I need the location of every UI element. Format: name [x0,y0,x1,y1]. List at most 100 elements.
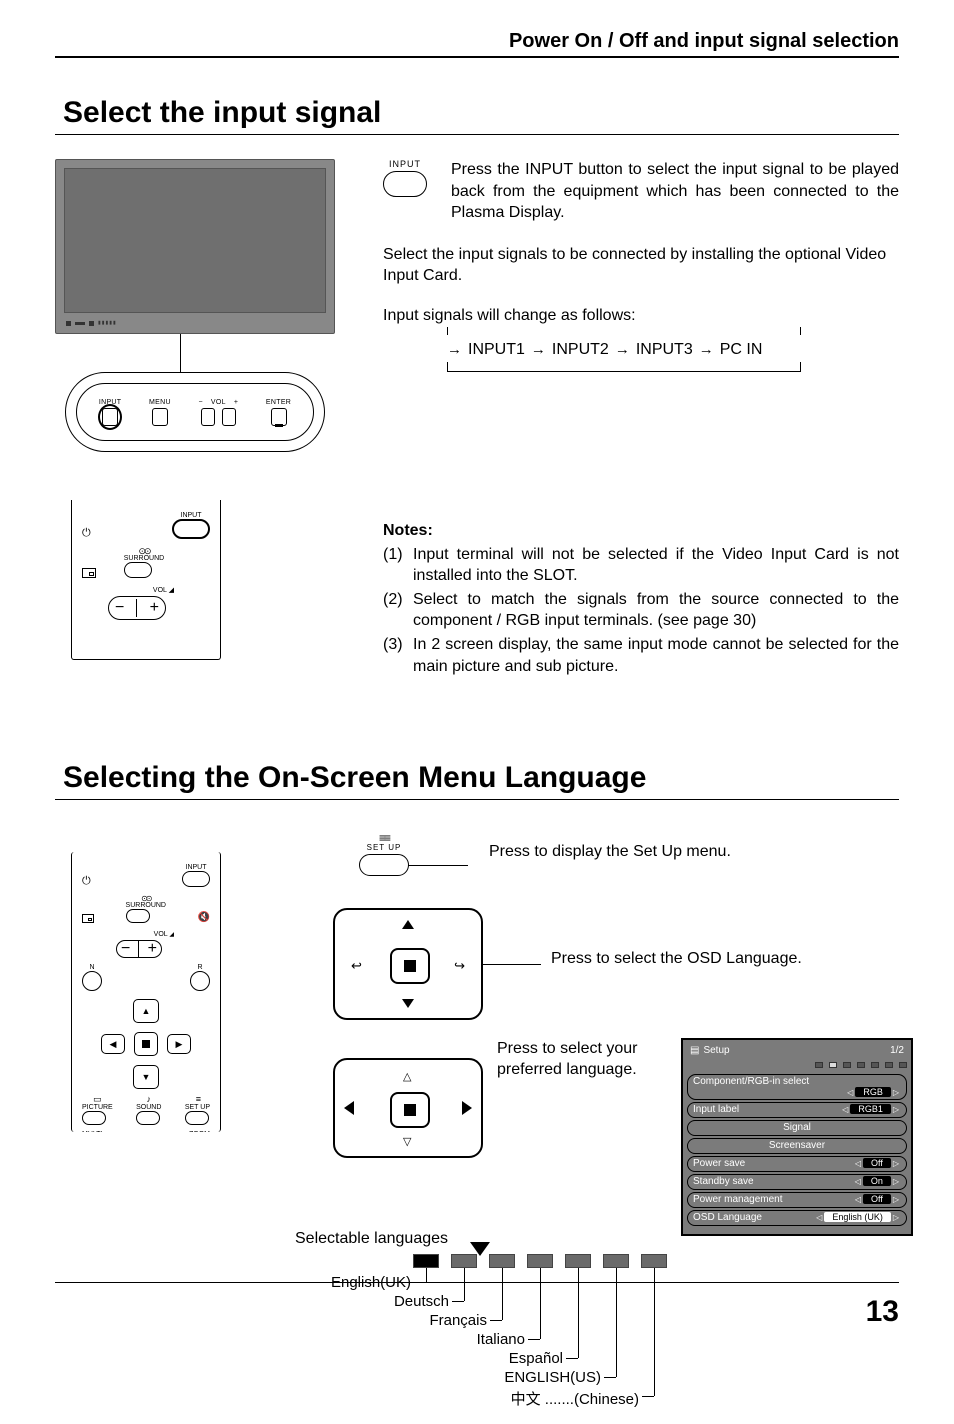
panel-enter-button [271,408,287,426]
remote2-nav-pad: ▲▼◀▶ [101,999,191,1089]
lang-box-3 [489,1254,515,1268]
remote2-input-button [182,871,210,887]
osd-row6-value: On [863,1176,891,1186]
setup-icon-label: SET UP [359,843,409,852]
language-tree: English(UK) Deutsch Français Italiano Es… [295,1254,913,1424]
panel-vol-plus: + [234,399,238,406]
osd-row-standbysave: Standby save◁On▷ [687,1174,907,1190]
body-paragraph-2: Select the input signals to be connected… [383,244,899,287]
body-paragraph-1: Press the INPUT button to select the inp… [451,159,899,224]
panel-vol-down-button [201,408,215,426]
osd-row5-value: Off [863,1158,891,1168]
power-icon: ⏻ [82,528,91,539]
remote-vol-minus: − [115,599,124,617]
remote2-volume-rocker: −+ [116,940,162,958]
remote2-picture-label: PICTURE [82,1104,113,1111]
seq-pcin: PC IN [720,341,763,359]
panel-controls-diagram: INPUT MENU − VOL + ENTER [65,372,325,452]
remote2-sound-label: SOUND [136,1104,161,1111]
panel-menu-button [152,408,168,426]
lang-box-1 [413,1254,439,1268]
note-num-1: (1) [383,544,413,587]
seq-input2: INPUT2 [552,341,609,359]
note-text-1: Input terminal will not be selected if t… [413,544,899,587]
osd-row7-label: Power management [693,1194,783,1205]
page-number: 13 [866,1295,899,1329]
body-paragraph-3: Input signals will change as follows: [383,305,899,327]
lang-italiano: Italiano [399,1331,525,1348]
seq-input3: INPUT3 [636,341,693,359]
note-num-2: (2) [383,589,413,632]
lang-box-2 [451,1254,477,1268]
lang-francais: Français [361,1312,487,1329]
selectable-languages-heading: Selectable languages [295,1230,913,1248]
lang-english-us: ENGLISH(US) [475,1369,601,1386]
section-title-2: Selecting the On-Screen Menu Language [55,759,899,800]
osd-setup-panel: ▤ Setup 1/2 Component/RGB-in select ◁RGB… [681,1038,913,1236]
notes-heading: Notes: [383,522,899,540]
remote-surround-label: SURROUND [124,555,164,562]
osd-row-inputlabel: Input label◁RGB1▷ [687,1102,907,1118]
osd-row7-value: Off [863,1194,891,1204]
nav-updown-diagram: ↩ ↪ [333,908,483,1020]
lang-deutsch: Deutsch [323,1293,449,1310]
osd-row1-label: Component/RGB-in select [693,1076,901,1087]
osd-row-screensaver: Screensaver [687,1138,907,1154]
osd-row5-label: Power save [693,1158,745,1169]
osd-row3-label: Signal [783,1122,811,1133]
sound-icon: ♪ [136,1095,161,1104]
lang-box-7 [641,1254,667,1268]
panel-input-button [102,408,118,426]
osd-row2-value: RGB1 [850,1104,891,1114]
remote-volume-rocker: −+ [108,596,166,620]
seq-input1: INPUT1 [468,341,525,359]
remote2-setup-button [185,1111,209,1125]
osd-row-component: Component/RGB-in select ◁RGB▷ [687,1074,907,1100]
remote-vol-label: VOL [153,587,167,594]
step1-text: Press to display the Set Up menu. [489,841,731,863]
osd-row8-value: English (UK) [824,1212,891,1222]
osd-row-powermgmt: Power management◁Off▷ [687,1192,907,1208]
panel-enter-label: ENTER [266,399,291,406]
input-button-icon: INPUT [383,159,427,197]
osd-row1-value: RGB [855,1087,891,1097]
osd-title: Setup [703,1045,729,1056]
remote2-sound-button [136,1111,160,1125]
input-icon-label: INPUT [383,159,427,169]
note-num-3: (3) [383,634,413,677]
osd-row6-label: Standby save [693,1176,754,1187]
note-text-3: In 2 screen display, the same input mode… [413,634,899,677]
pip-icon [82,568,96,578]
setup-button-icon: ≡≡ SET UP [359,834,409,875]
remote2-surround-label: SURROUND [126,902,166,909]
remote2-zoom-label: ZOOM [189,1131,210,1132]
remote2-vol-label: VOL [154,931,168,938]
osd-page: 1/2 [890,1045,904,1056]
plasma-display-diagram: ▮▮▮▮▮ [55,159,335,334]
remote-diagram-2: ⏻ INPUT ⊙⊙SURROUND 🔇 VOL ◢ −+ [71,852,221,1132]
power-icon-2: ⏻ [82,876,91,887]
osd-row4-label: Screensaver [769,1140,825,1151]
setup-icon-small: ≡ [185,1095,210,1104]
osd-row2-label: Input label [693,1104,739,1115]
panel-vol-label: VOL [211,399,226,406]
remote2-picture-button [82,1111,106,1125]
running-header: Power On / Off and input signal selectio… [55,30,899,58]
menu-icon: ▤ [690,1045,699,1056]
remote-input-label: INPUT [172,512,210,519]
remote-input-button [172,519,210,539]
remote-diagram-1: ⏻ INPUT ⊙⊙SURROUND VOL ◢ −+ [71,500,221,660]
notes-list: (1)Input terminal will not be selected i… [383,544,899,678]
osd-row8-label: OSD Language [693,1212,762,1223]
lang-espanol: Español [437,1350,563,1367]
remote-vol-plus: + [150,599,159,617]
panel-vol-up-button [222,408,236,426]
panel-menu-label: MENU [149,399,171,406]
step3-text: Press to select your preferred language. [497,1038,667,1081]
nav-leftright-diagram: △ ▽ [333,1058,483,1158]
remote2-input-label: INPUT [182,864,210,871]
remote2-n-button [82,971,102,991]
osd-row-signal: Signal [687,1120,907,1136]
remote-surround-button [124,562,152,578]
step2-text: Press to select the OSD Language. [551,948,802,970]
